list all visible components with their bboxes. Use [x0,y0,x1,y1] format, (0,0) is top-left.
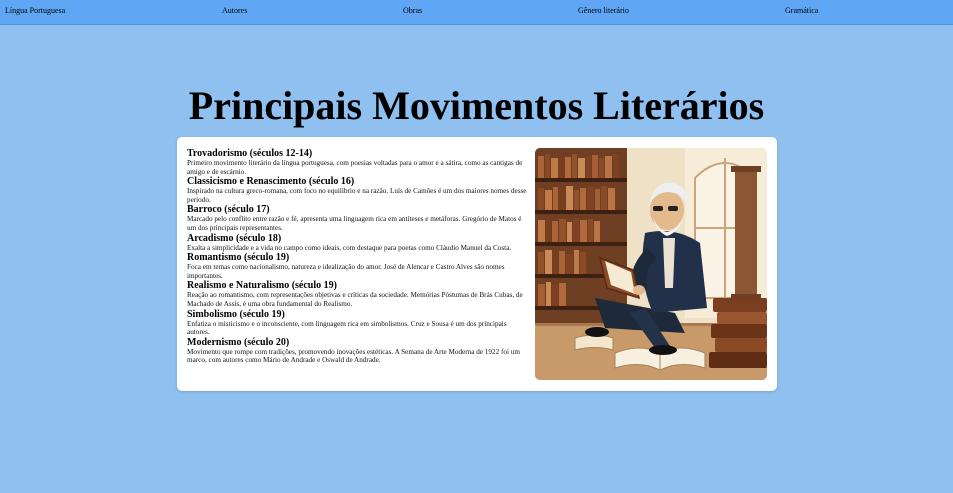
movement-item-classicismo: Classicismo e Renascimento (século 16) I… [187,176,527,204]
movement-title: Romantismo (século 19) [187,252,290,264]
movement-title: Simbolismo (século 19) [187,308,285,320]
movement-title: Arcadismo (século 18) [187,232,282,244]
movement-title: Trovadorismo (séculos 12-14) [187,148,313,159]
page-title: Principais Movimentos Literários [188,83,765,128]
movement-description: Foca em temas como nacionalismo, naturez… [187,263,505,280]
movement-description: Enfatiza o misticismo e o inconsciente, … [187,319,507,337]
nav-link-obras[interactable]: Obras [403,6,422,15]
movement-description: Primeiro movimento literário da língua p… [187,159,523,176]
movement-title: Classicismo e Renascimento (século 16) [187,176,355,188]
movement-item-romantismo: Romantismo (século 19) Foca em temas com… [187,252,527,280]
movement-description: Inspirado na cultura greco-romana, com f… [187,187,527,204]
nav-link-autores[interactable]: Autores [222,6,247,15]
nav-link-lingua-portuguesa[interactable]: Língua Portuguesa [5,6,65,15]
movement-item-arcadismo: Arcadismo (século 18) Exalta a simplicid… [187,233,527,253]
nav-link-gramatica[interactable]: Gramática [785,6,818,15]
movement-item-barroco: Barroco (século 17) Marcado pelo conflit… [187,204,527,232]
movements-list: Trovadorismo (séculos 12-14) Primeiro mo… [187,148,527,365]
movement-item-trovadorismo: Trovadorismo (séculos 12-14) Primeiro mo… [187,148,527,176]
movement-description: Reação ao romantismo, com representações… [187,291,523,308]
movement-item-simbolismo: Simbolismo (século 19) Enfatiza o mistic… [187,309,527,337]
movement-item-modernismo: Modernismo (século 20) Movimento que rom… [187,337,527,365]
movements-card: Trovadorismo (séculos 12-14) Primeiro mo… [177,137,777,391]
movement-description: Exalta a simplicidade e a vida no campo … [187,243,512,252]
top-navigation: Língua Portuguesa Autores Obras Gênero l… [0,0,953,25]
movement-title: Modernismo (século 20) [187,336,290,348]
movement-title: Realismo e Naturalismo (século 19) [187,280,337,292]
movement-description: Marcado pelo conflito entre razão e fé, … [187,215,522,232]
movement-item-realismo: Realismo e Naturalismo (século 19) Reaçã… [187,280,527,308]
nav-link-genero-literario[interactable]: Gênero literário [578,6,629,15]
movement-description: Movimento que rompe com tradições, promo… [187,347,520,365]
movement-title: Barroco (século 17) [187,204,270,216]
reading-man-illustration [535,148,767,380]
